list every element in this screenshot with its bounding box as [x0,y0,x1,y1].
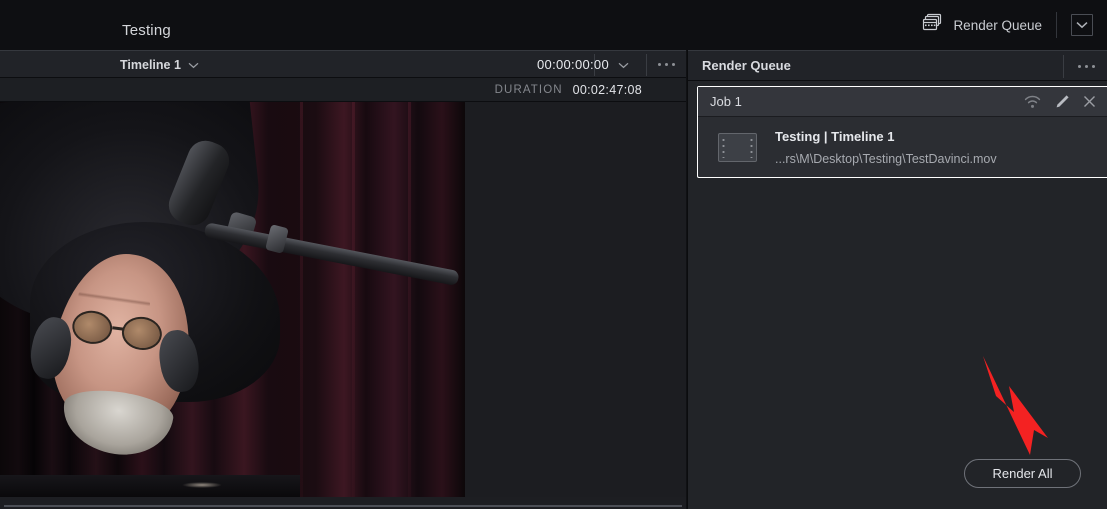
ellipsis-icon [1084,64,1088,68]
render-queue-toggle-button[interactable]: Render Queue [912,0,1056,50]
render-queue-header: Render Queue [688,50,1107,81]
timeline-scrubber[interactable] [0,499,686,509]
topbar-divider [1056,12,1057,38]
duration-value: 00:02:47:08 [572,82,642,97]
close-icon[interactable] [1083,95,1096,108]
timecode-display[interactable]: 00:00:00:00 [537,51,629,78]
ellipsis-icon [671,62,675,66]
desk-highlight [182,482,222,488]
render-job-body: Testing | Timeline 1 ...rs\M\Desktop\Tes… [698,117,1107,177]
chevron-down-icon [1076,16,1088,34]
render-queue-title: Render Queue [702,58,791,73]
render-job-info: Testing | Timeline 1 ...rs\M\Desktop\Tes… [775,129,997,166]
render-job-title: Testing | Timeline 1 [775,128,895,144]
duration-label: DURATION [494,83,563,96]
render-job-name: Job 1 [710,94,742,109]
edit-job-icon[interactable] [1054,94,1070,110]
render-queue-options-button[interactable] [1064,51,1107,81]
render-job-path: ...rs\M\Desktop\Testing\TestDavinci.mov [775,151,997,166]
ellipsis-icon [664,62,668,66]
curtain-fold [408,102,411,497]
render-queue-panel: Render Queue Job 1 Testing | Timeline 1 … [687,50,1107,509]
video-frame[interactable] [0,102,465,497]
glasses-lens-left [70,308,115,347]
desk-surface [0,475,300,497]
render-all-button[interactable]: Render All [964,459,1081,488]
render-job-header: Job 1 [698,87,1107,117]
project-title: Testing [122,22,171,39]
app-topbar: Testing Render Queue [0,0,1107,50]
curtain-fold [352,102,355,497]
topbar-right-group: Render Queue [912,0,1107,50]
timeline-name-label: Timeline 1 [120,57,181,72]
glasses-lens-right [120,314,164,353]
film-strip-icon [718,132,757,162]
film-stack-icon [922,13,943,37]
chevron-down-icon [188,56,199,74]
viewer-header: Timeline 1 00:00:00:00 [0,50,686,78]
ellipsis-icon [1077,64,1081,68]
render-job-card[interactable]: Job 1 Testing | Timeline 1 ...rs\M\Deskt… [697,86,1107,178]
ellipsis-icon [657,62,661,66]
scrubber-track[interactable] [4,505,682,507]
timeline-selector[interactable]: Timeline 1 [120,51,199,78]
workspace-dropdown-button[interactable] [1071,14,1093,36]
render-job-actions [1024,87,1096,116]
curtain-fold [300,102,303,497]
viewer-panel: Timeline 1 00:00:00:00 DURATION 00:02:47… [0,50,686,509]
timecode-value: 00:00:00:00 [537,57,609,72]
render-queue-toggle-label: Render Queue [953,17,1042,33]
video-preview-stage [0,102,686,497]
glasses-bridge [112,326,125,331]
chevron-down-icon [618,56,629,74]
davinci-resolve-deliver-page: Testing Render Queue Timeline 1 00:00:00… [0,0,1107,509]
viewer-options-button[interactable] [646,51,686,78]
remote-render-icon[interactable] [1024,95,1041,109]
duration-bar: DURATION 00:02:47:08 [0,78,686,102]
ellipsis-icon [1091,64,1095,68]
